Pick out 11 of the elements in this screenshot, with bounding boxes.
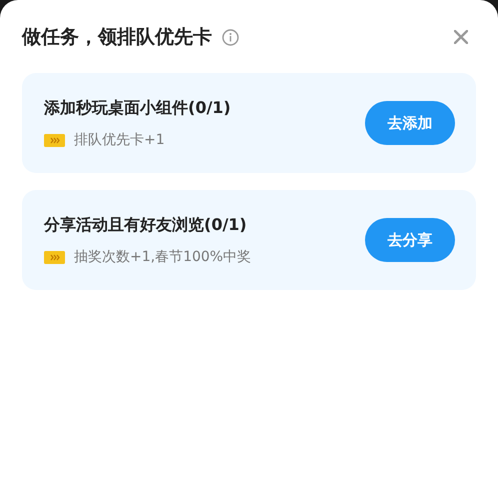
- ticket-icon: [44, 250, 65, 264]
- task-button[interactable]: 去分享: [365, 218, 455, 262]
- task-button[interactable]: 去添加: [365, 101, 455, 145]
- ticket-icon: [44, 134, 65, 146]
- task-name: 添加秒玩桌面小组件(0/1): [44, 96, 231, 118]
- reward-text: 抽奖次数+1,春节100%中奖: [74, 248, 252, 266]
- reward-text: 排队优先卡+1: [74, 130, 165, 150]
- task-name: 分享活动且有好友浏览(0/1): [44, 214, 248, 236]
- dialog-title: 做任务，领排队优先卡: [22, 24, 212, 50]
- close-icon[interactable]: [454, 30, 468, 44]
- info-icon[interactable]: [222, 28, 239, 46]
